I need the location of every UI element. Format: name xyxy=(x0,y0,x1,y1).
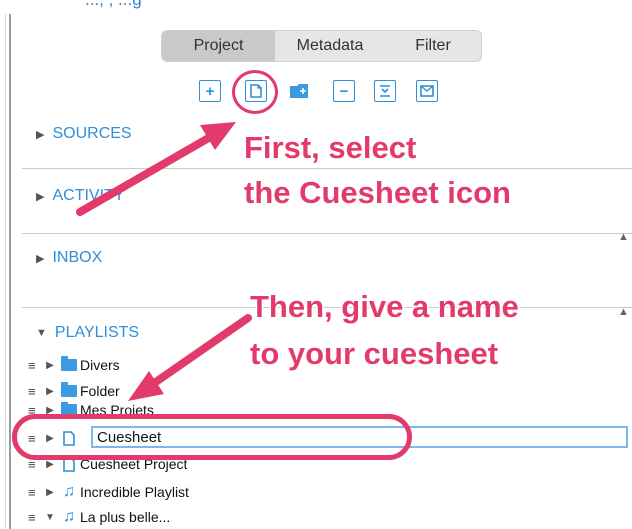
annotation-then-line2: to your cuesheet xyxy=(250,336,499,371)
annotation-then-line1: Then, give a name xyxy=(250,289,519,324)
annotation-arrows xyxy=(76,122,252,401)
arrow-line xyxy=(76,132,216,216)
arrow-line xyxy=(146,314,252,390)
annotation-first-line2: the Cuesheet icon xyxy=(244,175,511,210)
annotation-first-line1: First, select xyxy=(244,130,417,165)
